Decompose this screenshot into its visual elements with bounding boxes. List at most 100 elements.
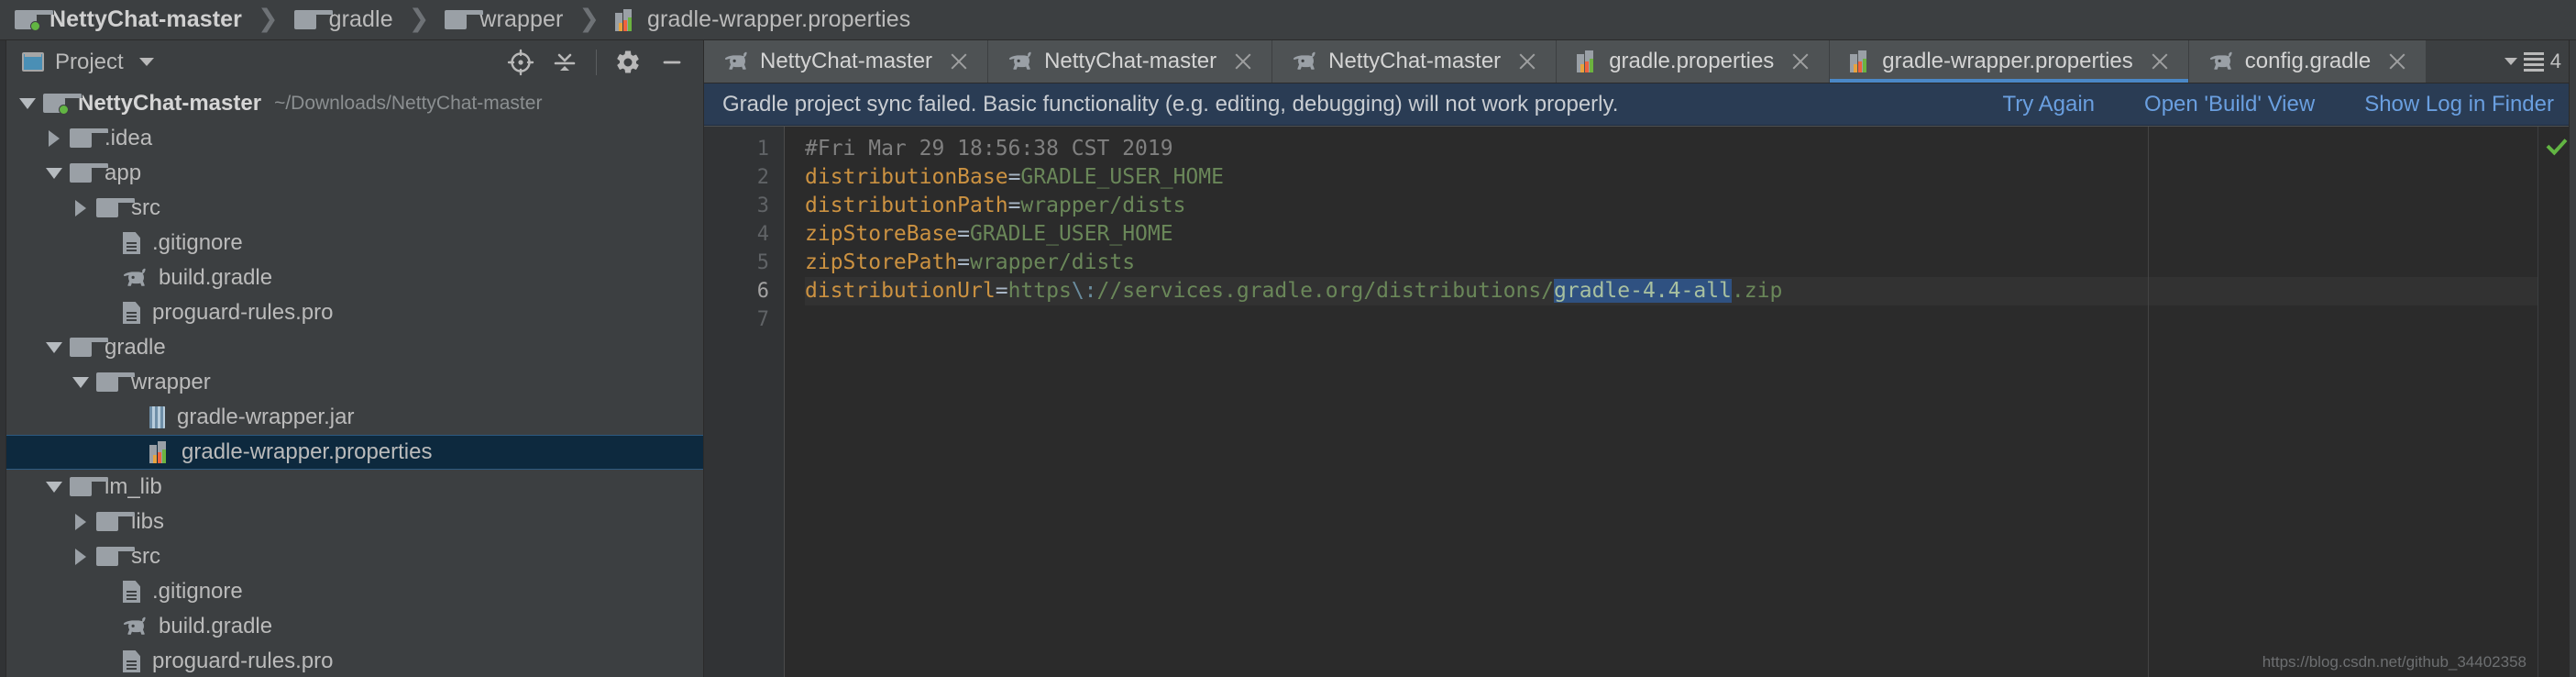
code-token: https — [1007, 279, 1072, 303]
line-number: 5 — [756, 251, 769, 274]
code-token: distributionPath — [805, 194, 1008, 217]
chevron-down-icon[interactable] — [42, 482, 66, 493]
jar-icon — [149, 406, 165, 428]
tree-row[interactable]: proguard-rules.pro — [6, 295, 703, 330]
chevron-down-icon[interactable] — [69, 377, 93, 388]
chevron-down-icon[interactable] — [138, 58, 154, 66]
tree-row[interactable]: gradle-wrapper.properties — [6, 435, 703, 470]
breadcrumb: NettyChat-master ❯ gradle ❯ wrapper ❯ gr… — [0, 0, 2576, 40]
close-icon[interactable] — [2387, 51, 2407, 72]
tree-row[interactable]: src — [6, 539, 703, 574]
tree-row[interactable]: app — [6, 156, 703, 191]
breadcrumb-item-project[interactable]: NettyChat-master — [13, 0, 244, 40]
chevron-right-icon[interactable] — [69, 549, 93, 565]
editor-tab-label: NettyChat-master — [1044, 49, 1217, 73]
gradle-icon — [123, 616, 146, 635]
chevron-right-icon[interactable] — [69, 200, 93, 216]
tree-row[interactable]: .gitignore — [6, 574, 703, 609]
code-line[interactable]: zipStorePath=wrapper/dists — [805, 249, 2537, 277]
folder-icon — [70, 163, 109, 183]
tree-row[interactable]: build.gradle — [6, 261, 703, 295]
editor-tab-label: NettyChat-master — [1328, 49, 1502, 73]
editor-tab-label: gradle.properties — [1609, 49, 1775, 73]
tree-row[interactable]: src — [6, 191, 703, 226]
tree-row[interactable]: libs — [6, 505, 703, 539]
tree-row[interactable]: NettyChat-master ~/Downloads/NettyChat-ma… — [6, 86, 703, 121]
locate-icon[interactable] — [502, 44, 539, 81]
tree-node-label: libs — [131, 509, 165, 534]
tab-list-icon — [2523, 51, 2544, 72]
properties-icon — [615, 8, 637, 31]
editor-tab[interactable]: gradle.properties — [1557, 40, 1831, 83]
chevron-down-icon[interactable] — [16, 98, 39, 109]
code-token: \: — [1071, 279, 1097, 303]
collapse-all-icon[interactable] — [546, 44, 583, 81]
tree-node-label: im_lib — [105, 474, 162, 499]
code-line[interactable]: distributionBase=GRADLE_USER_HOME — [805, 163, 2537, 192]
tree-row[interactable]: gradle-wrapper.jar — [6, 400, 703, 435]
code-line[interactable] — [805, 305, 2537, 334]
chevron-down-icon[interactable] — [42, 168, 66, 179]
folder-icon — [96, 198, 136, 218]
close-icon[interactable] — [2150, 51, 2170, 72]
project-tree[interactable]: NettyChat-master ~/Downloads/NettyChat-ma… — [6, 83, 703, 677]
breadcrumb-separator-icon: ❯ — [258, 4, 279, 32]
tab-overflow-button[interactable]: 4 — [2504, 50, 2561, 73]
line-number: 4 — [756, 223, 769, 246]
code-line[interactable]: distributionPath=wrapper/dists — [805, 192, 2537, 220]
gradle-icon — [2209, 51, 2232, 70]
close-icon[interactable] — [1790, 51, 1811, 72]
tree-node-label: .idea — [105, 126, 153, 150]
tree-row[interactable]: build.gradle — [6, 609, 703, 644]
code-editor[interactable]: 1234567 #Fri Mar 29 18:56:38 CST 2019 dis… — [704, 126, 2576, 677]
folder-icon — [96, 512, 136, 532]
tree-node-label: proguard-rules.pro — [152, 649, 334, 673]
editor-tab[interactable]: NettyChat-master — [988, 40, 1273, 83]
project-panel-toolbar: Project — [0, 40, 703, 83]
breadcrumb-item-wrapper[interactable]: wrapper — [443, 0, 565, 40]
breadcrumb-label: NettyChat-master — [50, 6, 242, 32]
tree-node-path: ~/Downloads/NettyChat-master — [274, 93, 543, 114]
tree-row[interactable]: .gitignore — [6, 226, 703, 261]
tree-row[interactable]: im_lib — [6, 470, 703, 505]
editor-tab[interactable]: NettyChat-master — [704, 40, 989, 83]
code-line[interactable]: distributionUrl=https\://services.gradle… — [805, 277, 2537, 305]
settings-gear-icon[interactable] — [610, 44, 646, 81]
breadcrumb-item-gradle[interactable]: gradle — [292, 0, 395, 40]
project-view-selector[interactable]: Project — [22, 50, 154, 75]
code-token: #Fri Mar 29 18:56:38 CST 2019 — [805, 137, 1173, 161]
editor-tab[interactable]: gradle-wrapper.properties — [1830, 40, 2189, 83]
show-log-in-finder-link[interactable]: Show Log in Finder — [2364, 92, 2554, 117]
breadcrumb-item-file[interactable]: gradle-wrapper.properties — [613, 0, 912, 40]
properties-icon — [1850, 50, 1872, 72]
folder-icon — [70, 128, 109, 149]
close-icon[interactable] — [1233, 51, 1253, 72]
editor-tab-bar[interactable]: NettyChat-master NettyChat-master NettyCha… — [704, 40, 2576, 83]
tree-row[interactable]: gradle — [6, 330, 703, 365]
editor-tab[interactable]: config.gradle — [2188, 40, 2427, 83]
code-token: zipStorePath — [805, 250, 958, 274]
folder-icon — [96, 547, 136, 567]
tree-node-label: build.gradle — [159, 614, 273, 638]
code-line[interactable]: #Fri Mar 29 18:56:38 CST 2019 — [805, 135, 2537, 163]
code-line[interactable]: zipStoreBase=GRADLE_USER_HOME — [805, 220, 2537, 249]
chevron-down-icon — [2504, 58, 2517, 65]
folder-icon — [70, 477, 109, 497]
open-build-view-link[interactable]: Open 'Build' View — [2144, 92, 2315, 117]
folder-icon — [70, 338, 109, 358]
tree-row[interactable]: wrapper — [6, 365, 703, 400]
editor-tab[interactable]: NettyChat-master — [1272, 40, 1558, 83]
hide-icon[interactable] — [654, 44, 690, 81]
close-icon[interactable] — [949, 51, 969, 72]
tool-window-stripe — [0, 40, 6, 677]
tab-bar-filler: 4 — [2427, 40, 2576, 83]
chevron-right-icon[interactable] — [42, 130, 66, 147]
right-tool-stripe — [2569, 40, 2576, 677]
code-content[interactable]: #Fri Mar 29 18:56:38 CST 2019 distributio… — [785, 127, 2537, 677]
chevron-down-icon[interactable] — [42, 342, 66, 353]
close-icon[interactable] — [1517, 51, 1537, 72]
chevron-right-icon[interactable] — [69, 514, 93, 530]
tree-row[interactable]: proguard-rules.pro — [6, 644, 703, 677]
try-again-link[interactable]: Try Again — [2003, 92, 2096, 117]
tree-row[interactable]: .idea — [6, 121, 703, 156]
